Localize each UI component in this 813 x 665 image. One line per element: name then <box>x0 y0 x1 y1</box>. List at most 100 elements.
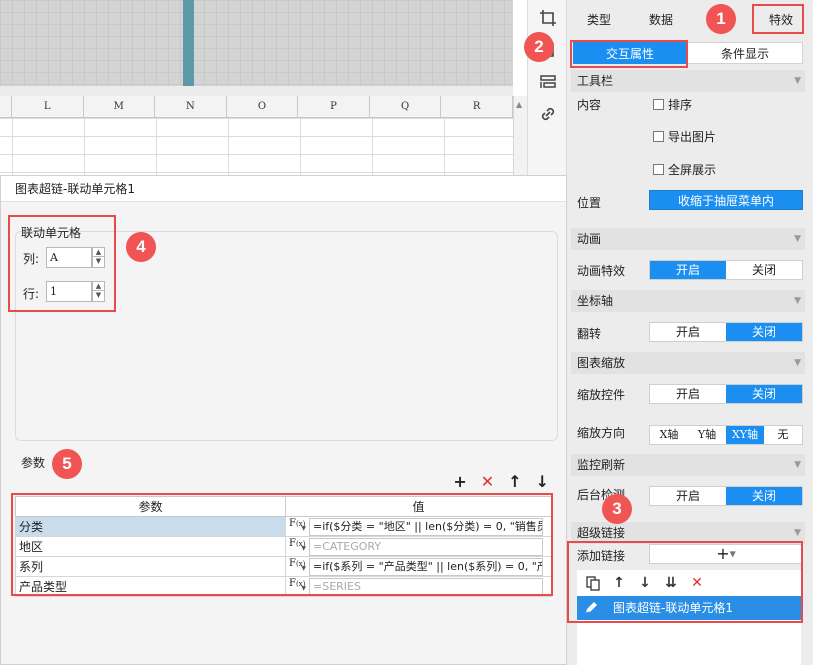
step-down-icon[interactable]: ▼ <box>92 257 105 268</box>
subtab-condition-display[interactable]: 条件显示 <box>687 42 803 64</box>
edit-pencil-icon[interactable] <box>583 600 601 616</box>
column-header[interactable]: L <box>12 96 84 118</box>
table-row[interactable]: 系列 F(x) ▼ =if($系列 = "产品类型" || len($系列) = 0… <box>15 556 552 577</box>
zoom-direction-label: 缩放方向 <box>577 426 626 440</box>
anim-effect-label: 动画特效 <box>577 264 626 278</box>
column-header[interactable]: Q <box>370 96 442 118</box>
anim-effect-toggle: 开启 关闭 <box>649 260 803 280</box>
link-icon[interactable] <box>538 104 558 124</box>
zoom-off-option[interactable]: 关闭 <box>726 385 802 403</box>
move-down-icon[interactable]: ↓ <box>637 575 653 591</box>
panel-tabs: 类型 数据 特效 <box>567 0 813 38</box>
dir-x-option[interactable]: X轴 <box>650 426 688 444</box>
collapse-icon[interactable]: ▼ <box>794 70 801 92</box>
checkbox-box[interactable] <box>653 131 664 142</box>
tab-effects[interactable]: 特效 <box>759 8 803 32</box>
move-up-icon[interactable]: ↑ <box>611 575 627 591</box>
sheet-cells[interactable] <box>0 118 513 178</box>
collapse-icon[interactable]: ▼ <box>794 228 801 250</box>
step-up-icon[interactable]: ▲ <box>92 281 105 291</box>
anim-on-option[interactable]: 开启 <box>650 261 726 279</box>
flip-off-option[interactable]: 关闭 <box>726 323 802 341</box>
flip-on-option[interactable]: 开启 <box>650 323 726 341</box>
dir-none-option[interactable]: 无 <box>764 426 802 444</box>
column-stepper[interactable]: ▲ ▼ <box>92 247 105 268</box>
anim-off-option[interactable]: 关闭 <box>726 261 802 279</box>
formula-icon[interactable]: F(x) ▼ <box>289 538 306 555</box>
collapse-icon[interactable]: ▼ <box>794 454 801 476</box>
param-value[interactable]: =SERIES <box>309 577 543 596</box>
crop-frame-icon[interactable] <box>538 8 558 28</box>
collapse-icon[interactable]: ▼ <box>794 352 801 374</box>
step-up-icon[interactable]: ▲ <box>92 247 105 257</box>
param-name[interactable]: 系列 <box>15 556 286 577</box>
param-name[interactable]: 产品类型 <box>15 576 286 597</box>
move-bottom-icon[interactable]: ⇊ <box>663 575 679 591</box>
bg-check-off-option[interactable]: 关闭 <box>726 487 802 505</box>
param-value-cell: F(x) ▼ =if($分类 = "地区" || len($分类) = 0, "销售… <box>285 516 552 537</box>
table-row[interactable]: 产品类型 F(x) ▼ =SERIES <box>15 576 552 597</box>
row-stepper[interactable]: ▲ ▼ <box>92 281 105 302</box>
plus-icon: + <box>716 544 730 563</box>
param-value[interactable]: =if($分类 = "地区" || len($分类) = 0, "销售员", <box>309 517 543 536</box>
step-down-icon[interactable]: ▼ <box>92 291 105 302</box>
copy-icon[interactable] <box>585 575 601 591</box>
tab-data[interactable]: 数据 <box>641 8 681 32</box>
section-axis[interactable]: 坐标轴 ▼ <box>571 290 805 312</box>
sheet-scrollbar[interactable]: ▲ <box>513 96 527 180</box>
add-link-button[interactable]: +▼ <box>649 544 803 564</box>
column-input[interactable]: A <box>46 247 92 268</box>
column-header[interactable]: O <box>227 96 299 118</box>
collapse-icon[interactable]: ▼ <box>794 522 801 544</box>
param-toolbar: + ✕ ↑ ↓ <box>453 474 549 490</box>
checkbox-export-image[interactable]: 导出图片 <box>653 128 716 145</box>
section-animation[interactable]: 动画 ▼ <box>571 228 805 250</box>
zoom-direction-options: X轴 Y轴 XY轴 无 <box>649 425 803 445</box>
position-select[interactable]: 收缩于抽屉菜单内 <box>649 190 803 210</box>
move-down-icon[interactable]: ↓ <box>536 474 549 490</box>
checkbox-box[interactable] <box>653 99 664 110</box>
formula-icon[interactable]: F(x) ▼ <box>289 518 306 535</box>
param-name[interactable]: 地区 <box>15 536 286 557</box>
link-list-empty-area <box>577 620 801 665</box>
param-name[interactable]: 分类 <box>15 516 286 537</box>
chart-bar <box>183 0 194 86</box>
dialog-title: 图表超链-联动单元格1 <box>1 176 566 202</box>
checkbox-sort[interactable]: 排序 <box>653 96 692 113</box>
subtab-interaction[interactable]: 交互属性 <box>573 42 687 64</box>
zoom-control-label: 缩放控件 <box>577 388 626 402</box>
scroll-up-icon[interactable]: ▲ <box>516 100 522 109</box>
property-panel: 类型 数据 特效 交互属性 条件显示 工具栏 ▼ 内容 排序 导出图片 全屏展示 … <box>567 0 813 665</box>
column-label: 列: <box>23 252 40 266</box>
collapse-icon[interactable]: ▼ <box>794 290 801 312</box>
section-monitor-refresh[interactable]: 监控刷新 ▼ <box>571 454 805 476</box>
dir-xy-option[interactable]: XY轴 <box>726 426 764 444</box>
zoom-on-option[interactable]: 开启 <box>650 385 726 403</box>
formula-icon[interactable]: F(x) ▼ <box>289 578 306 595</box>
column-header[interactable]: R <box>441 96 513 118</box>
column-header[interactable]: M <box>84 96 156 118</box>
column-header[interactable]: P <box>298 96 370 118</box>
section-hyperlink[interactable]: 超级链接 ▼ <box>571 522 805 544</box>
tab-type[interactable]: 类型 <box>579 8 619 32</box>
table-row[interactable]: 分类 F(x) ▼ =if($分类 = "地区" || len($分类) = 0, … <box>15 516 552 537</box>
move-up-icon[interactable]: ↑ <box>508 474 521 490</box>
bg-check-on-option[interactable]: 开启 <box>650 487 726 505</box>
checkbox-fullscreen[interactable]: 全屏展示 <box>653 161 716 178</box>
widget-list-icon[interactable] <box>538 72 558 92</box>
checkbox-box[interactable] <box>653 164 664 175</box>
formula-icon[interactable]: F(x) ▼ <box>289 558 306 575</box>
delete-icon[interactable]: ✕ <box>689 575 705 591</box>
param-value[interactable]: =CATEGORY <box>309 537 543 556</box>
dir-y-option[interactable]: Y轴 <box>688 426 726 444</box>
table-row[interactable]: 地区 F(x) ▼ =CATEGORY <box>15 536 552 557</box>
delete-param-icon[interactable]: ✕ <box>481 474 494 490</box>
link-list-item[interactable]: 图表超链-联动单元格1 <box>577 596 801 620</box>
row-input[interactable]: 1 <box>46 281 92 302</box>
column-header[interactable]: N <box>155 96 227 118</box>
section-toolbar[interactable]: 工具栏 ▼ <box>571 70 805 92</box>
param-value[interactable]: =if($系列 = "产品类型" || len($系列) = 0, "产品 <box>309 557 543 576</box>
add-param-icon[interactable]: + <box>453 474 466 490</box>
add-link-label: 添加链接 <box>577 549 626 563</box>
section-zoom[interactable]: 图表缩放 ▼ <box>571 352 805 374</box>
